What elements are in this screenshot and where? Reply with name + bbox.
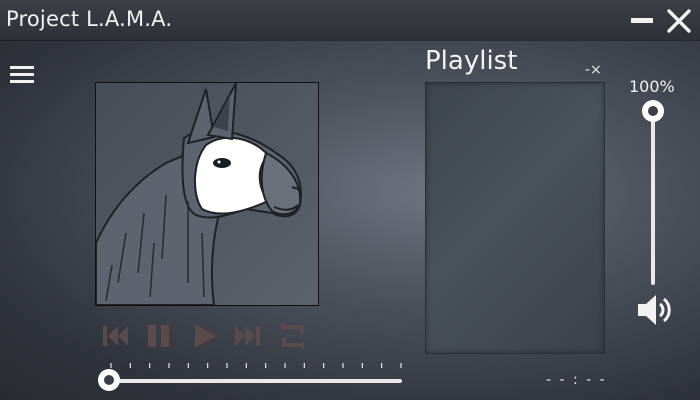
seek-bar[interactable]	[96, 356, 406, 396]
menu-button[interactable]	[10, 64, 36, 86]
minimize-icon	[631, 18, 653, 23]
playlist-close-button[interactable]: -×	[585, 62, 602, 78]
minimize-button[interactable]	[629, 8, 655, 34]
repeat-icon	[282, 323, 304, 349]
next-track-icon	[235, 326, 260, 346]
playlist-list[interactable]	[425, 82, 605, 354]
next-button[interactable]	[233, 322, 263, 350]
llama-artwork	[96, 83, 318, 305]
volume-percent: 100%	[629, 77, 675, 96]
previous-button[interactable]	[100, 322, 130, 350]
album-art	[95, 82, 319, 306]
previous-track-icon	[103, 326, 128, 346]
time-display: - - : - -	[546, 372, 607, 388]
play-button[interactable]	[190, 322, 220, 350]
pause-button[interactable]	[144, 322, 174, 350]
close-button[interactable]	[666, 8, 692, 34]
seek-knob[interactable]	[98, 369, 120, 391]
playback-controls	[100, 318, 320, 354]
seek-track[interactable]	[110, 379, 402, 383]
repeat-button[interactable]	[278, 322, 308, 350]
volume-slider-knob[interactable]	[642, 100, 664, 122]
title-bar: Project L.A.M.A.	[0, 0, 700, 40]
hamburger-menu-icon	[10, 66, 34, 83]
seek-ticks	[110, 363, 402, 368]
play-icon	[195, 324, 216, 348]
close-icon	[667, 9, 691, 33]
volume-slider-track[interactable]	[651, 110, 655, 285]
playlist-title: Playlist	[425, 46, 518, 76]
speaker-volume-icon	[638, 295, 671, 325]
pause-icon	[148, 325, 169, 347]
app-title: Project L.A.M.A.	[6, 7, 173, 31]
mute-button[interactable]	[636, 293, 674, 327]
